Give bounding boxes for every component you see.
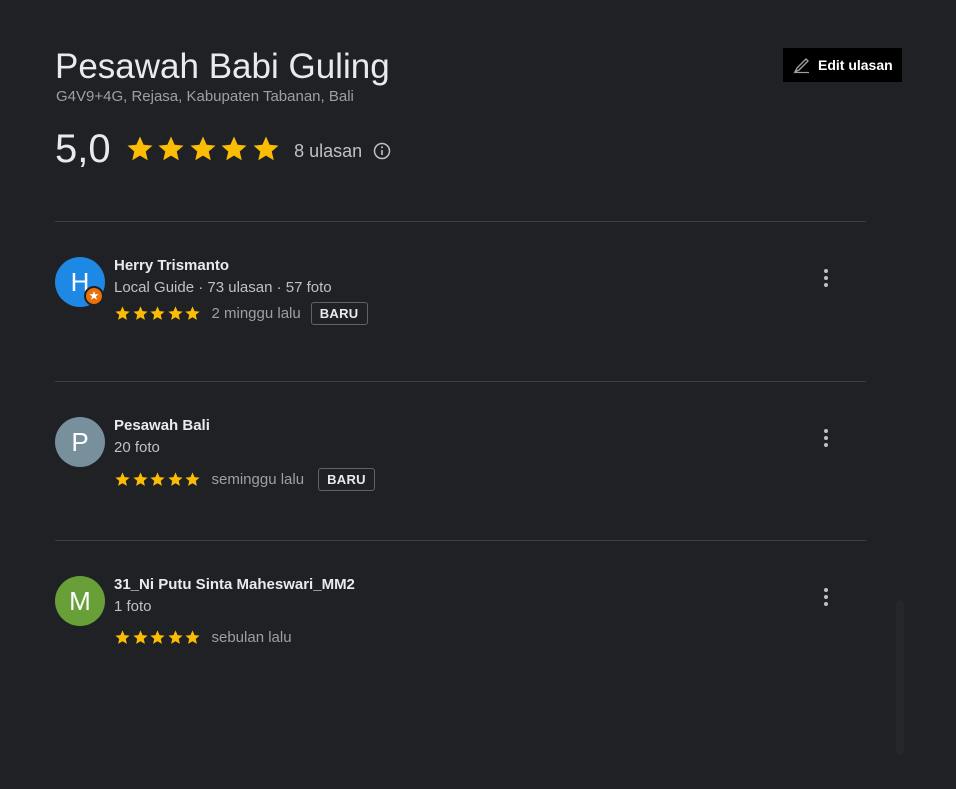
more-options-icon[interactable] — [816, 265, 836, 291]
review-stars — [114, 305, 202, 322]
star-icon — [167, 305, 183, 320]
review-stars — [114, 471, 202, 488]
star-icon — [132, 305, 148, 320]
star-icon — [132, 629, 148, 644]
star-icon — [185, 305, 200, 320]
star-icon — [167, 471, 183, 486]
review-rating-line: seminggu lalu BARU — [114, 466, 375, 492]
review-item: M 31_Ni Putu Sinta Maheswari_MM2 1 foto … — [55, 576, 866, 676]
review-date: seminggu lalu — [211, 470, 305, 488]
edit-review-label: Edit ulasan — [818, 57, 893, 73]
info-icon[interactable] — [373, 142, 391, 160]
star-icon — [190, 136, 216, 161]
scrollbar[interactable] — [896, 600, 904, 755]
divider — [55, 540, 866, 541]
review-item: P Pesawah Bali 20 foto seminggu lalu BAR… — [55, 417, 866, 517]
star-icon — [150, 471, 165, 486]
star-icon — [150, 629, 165, 644]
review-rating-line: sebulan lalu — [114, 624, 292, 650]
review-rating-line: 2 minggu lalu BARU — [114, 300, 368, 326]
star-icon — [115, 305, 130, 320]
star-icon — [115, 629, 130, 644]
reviewer-name[interactable]: 31_Ni Putu Sinta Maheswari_MM2 — [114, 576, 355, 594]
star-icon — [185, 471, 200, 486]
star-icon — [253, 136, 279, 161]
avatar-initial: M — [69, 585, 91, 616]
review-stars — [114, 629, 202, 646]
more-options-icon[interactable] — [816, 425, 836, 451]
place-address: G4V9+4G, Rejasa, Kabupaten Tabanan, Bali — [56, 88, 354, 105]
rating-value: 5,0 — [55, 127, 111, 171]
review-count[interactable]: 8 ulasan — [294, 141, 362, 162]
review-date: sebulan lalu — [211, 628, 292, 646]
star-icon — [127, 136, 153, 161]
star-icon — [158, 136, 184, 161]
edit-review-button[interactable]: Edit ulasan — [783, 48, 902, 82]
reviewer-meta: 1 foto — [114, 598, 152, 615]
review-item: H Herry Trismanto Local Guide · 73 ulasa… — [55, 257, 866, 357]
new-badge: BARU — [310, 301, 368, 325]
reviewer-meta: Local Guide · 73 ulasan · 57 foto — [114, 279, 332, 296]
review-date: 2 minggu lalu — [211, 304, 301, 322]
overall-rating: 5,0 8 ulasan — [55, 124, 391, 174]
avatar[interactable]: P — [55, 417, 105, 467]
reviewer-name[interactable]: Pesawah Bali — [114, 417, 210, 435]
reviewer-name[interactable]: Herry Trismanto — [114, 257, 229, 275]
star-icon — [132, 471, 148, 486]
new-badge: BARU — [318, 467, 375, 491]
place-title: Pesawah Babi Guling — [55, 47, 390, 86]
avatar-initial: P — [71, 426, 89, 457]
rating-stars — [125, 134, 283, 164]
star-icon — [150, 305, 165, 320]
star-icon — [185, 629, 200, 644]
star-icon — [115, 471, 130, 486]
star-icon — [221, 136, 247, 161]
avatar[interactable]: M — [55, 576, 105, 626]
reviews-panel: Pesawah Babi Guling G4V9+4G, Rejasa, Kab… — [0, 0, 956, 789]
star-icon — [167, 629, 183, 644]
more-options-icon[interactable] — [816, 584, 836, 610]
pencil-icon — [793, 58, 809, 74]
reviewer-meta: 20 foto — [114, 439, 160, 456]
local-guide-badge-icon — [84, 286, 104, 306]
divider — [55, 221, 866, 222]
divider — [55, 381, 866, 382]
